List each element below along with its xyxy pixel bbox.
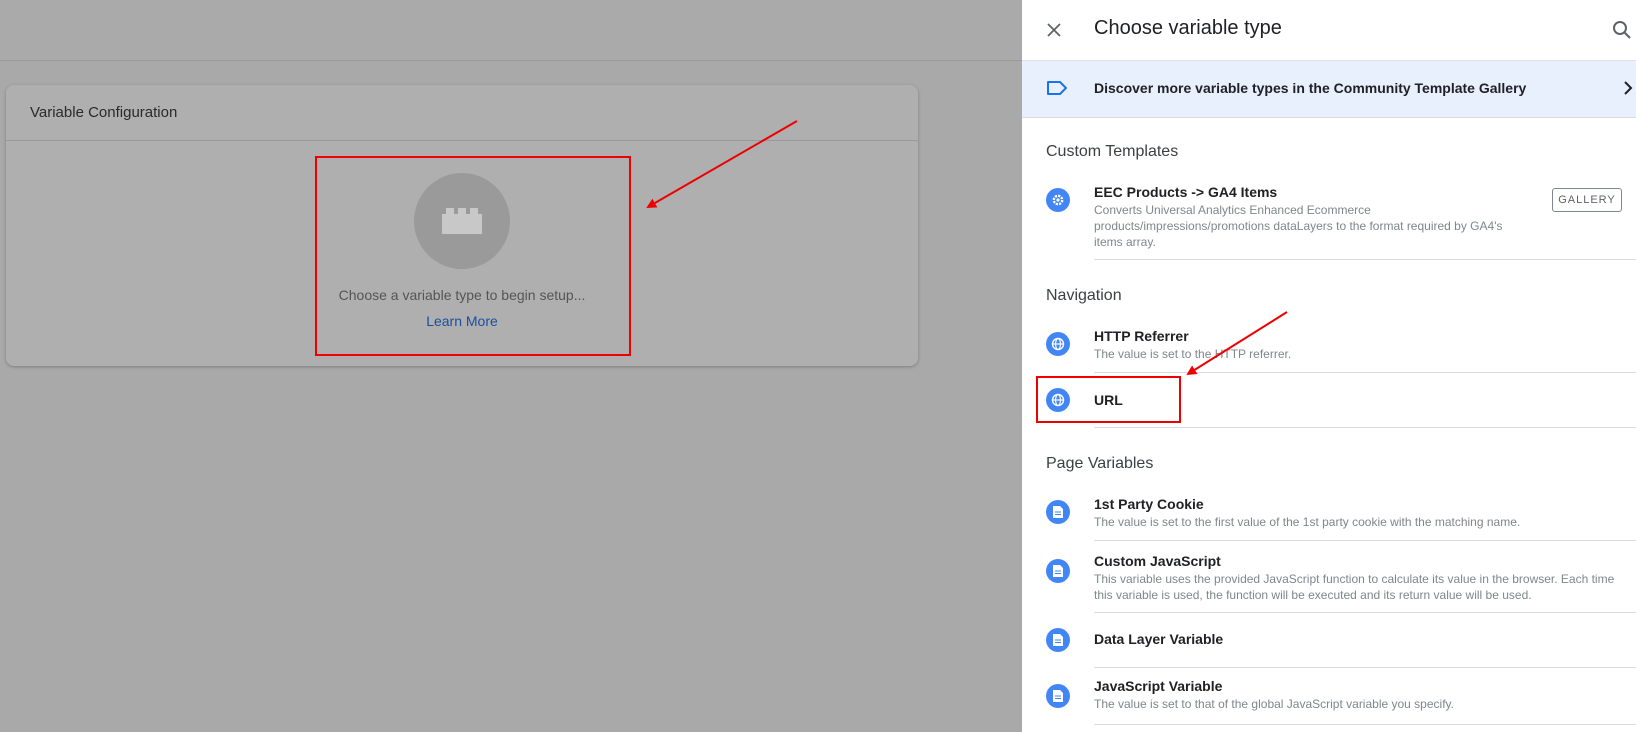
item-description: The value is set to the HTTP referrer. bbox=[1094, 347, 1292, 361]
search-icon bbox=[1613, 21, 1631, 39]
gear-icon bbox=[1046, 188, 1070, 212]
panel-header: Choose variable type bbox=[1022, 0, 1636, 61]
item-title: JavaScript Variable bbox=[1094, 678, 1223, 694]
item-description: Converts Universal Analytics Enhanced Ec… bbox=[1094, 203, 1503, 249]
item-title: Custom JavaScript bbox=[1094, 553, 1221, 569]
divider bbox=[1094, 724, 1636, 725]
gallery-button[interactable]: GALLERY bbox=[1552, 188, 1622, 212]
card-title: Variable Configuration bbox=[6, 85, 918, 141]
divider bbox=[1094, 612, 1636, 613]
item-title: 1st Party Cookie bbox=[1094, 496, 1204, 512]
section-title-custom-templates: Custom Templates bbox=[1046, 143, 1179, 160]
item-description: This variable uses the provided JavaScri… bbox=[1094, 572, 1615, 602]
item-title: HTTP Referrer bbox=[1094, 328, 1189, 344]
item-description: The value is set to the first value of t… bbox=[1094, 515, 1521, 529]
list-item-eec-products[interactable]: EEC Products -> GA4 Items Converts Unive… bbox=[1022, 180, 1636, 260]
close-button[interactable] bbox=[1040, 16, 1068, 44]
close-icon bbox=[1047, 23, 1061, 37]
tag-icon bbox=[1047, 81, 1067, 95]
list-item-javascript-variable[interactable]: JavaScript Variable The value is set to … bbox=[1022, 676, 1636, 726]
highlight-box-url bbox=[1036, 376, 1181, 423]
background-top-bar bbox=[0, 0, 1022, 61]
item-description: The value is set to that of the global J… bbox=[1094, 697, 1454, 711]
item-title: EEC Products -> GA4 Items bbox=[1094, 184, 1278, 200]
list-item-custom-javascript[interactable]: Custom JavaScript This variable uses the… bbox=[1022, 549, 1636, 609]
document-icon bbox=[1046, 684, 1070, 708]
divider bbox=[1094, 259, 1636, 260]
section-title-page-variables: Page Variables bbox=[1046, 455, 1154, 472]
banner-text: Discover more variable types in the Comm… bbox=[1094, 80, 1527, 96]
list-item-http-referrer[interactable]: HTTP Referrer The value is set to the HT… bbox=[1022, 324, 1636, 372]
divider bbox=[1094, 427, 1636, 428]
section-title-navigation: Navigation bbox=[1046, 287, 1122, 304]
divider bbox=[1094, 540, 1636, 541]
highlight-box-placeholder bbox=[315, 156, 631, 356]
document-icon bbox=[1046, 628, 1070, 652]
document-icon bbox=[1046, 500, 1070, 524]
community-gallery-banner[interactable]: Discover more variable types in the Comm… bbox=[1022, 61, 1636, 118]
list-item-1st-party-cookie[interactable]: 1st Party Cookie The value is set to the… bbox=[1022, 492, 1636, 540]
panel-title: Choose variable type bbox=[1094, 17, 1282, 39]
chevron-right-icon bbox=[1624, 81, 1633, 95]
item-title: Data Layer Variable bbox=[1094, 631, 1224, 647]
divider bbox=[1094, 372, 1636, 373]
choose-variable-type-panel: Choose variable type Discover more varia… bbox=[1022, 0, 1636, 732]
document-icon bbox=[1046, 559, 1070, 583]
list-item-data-layer-variable[interactable]: Data Layer Variable bbox=[1022, 624, 1636, 668]
search-button[interactable] bbox=[1608, 16, 1636, 44]
globe-icon bbox=[1046, 332, 1070, 356]
divider bbox=[1094, 667, 1636, 668]
